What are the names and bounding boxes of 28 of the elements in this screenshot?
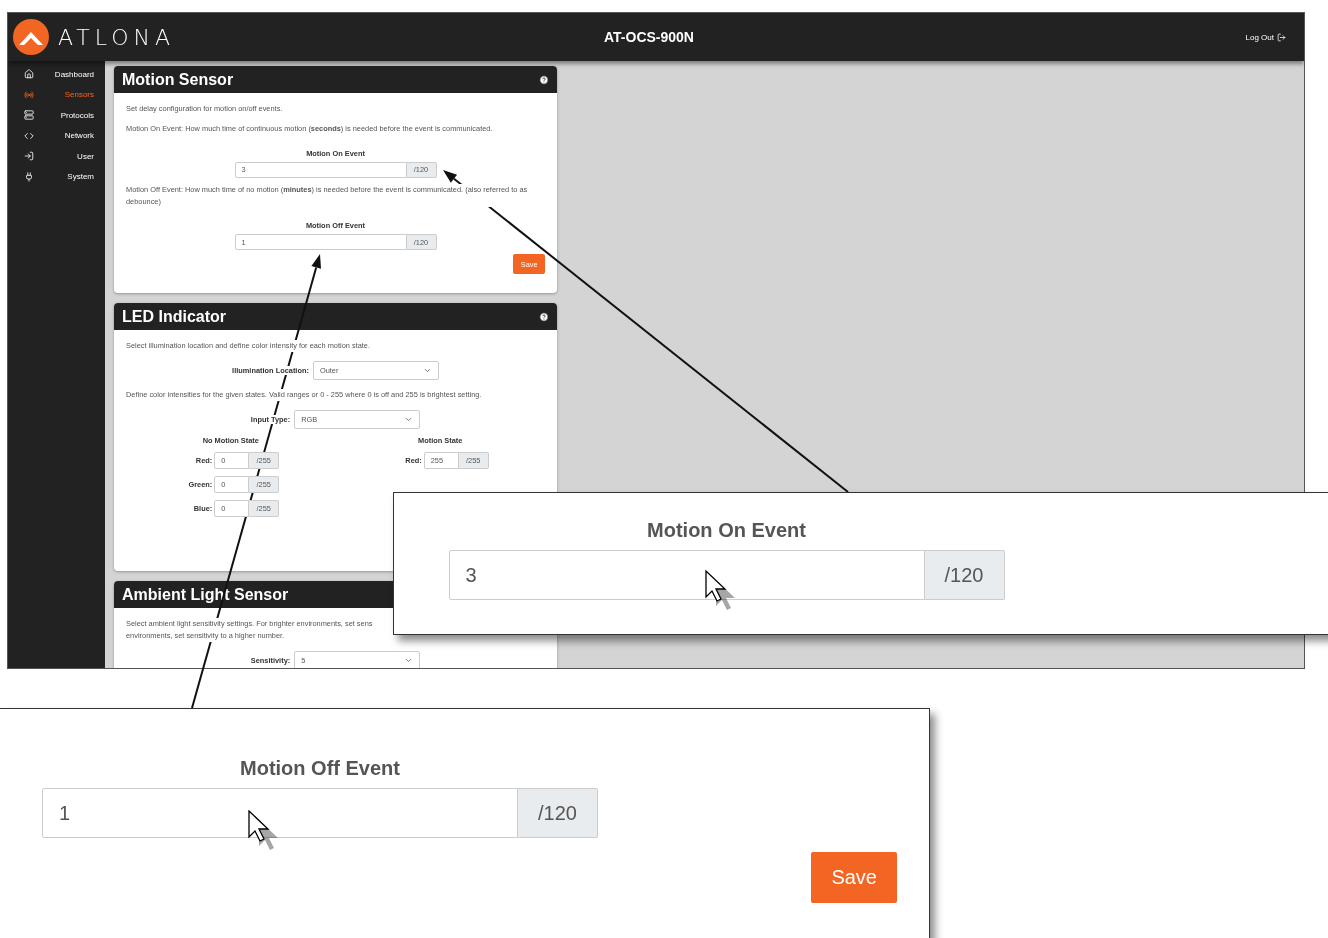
input-field[interactable]: 3 [448,550,925,600]
panel-title: Motion Sensor [122,70,234,89]
panel-title: LED Indicator [122,307,226,326]
logout-icon [1277,32,1286,42]
help-icon[interactable] [539,74,549,85]
server-icon [24,110,34,121]
unit-label: /120 [518,788,598,838]
sidebar-item[interactable]: Dashboard [8,64,105,85]
plug-icon [24,171,34,182]
code-brackets-icon [24,130,34,141]
sidebar-item[interactable]: Network [8,125,105,146]
logo-icon [12,18,50,56]
sidebar-item[interactable]: User [8,146,105,167]
help-icon[interactable] [539,311,549,322]
logout-link[interactable]: Log Out [1245,32,1286,42]
field-label: Motion Off Event [240,757,400,780]
panel-title: Ambient Light Sensor [122,585,289,604]
sidebar-item[interactable]: Sensors [8,84,105,105]
brand-wordmark: ATLONA [58,24,176,50]
sidebar-item[interactable]: Protocols [8,105,105,126]
field-label: Motion On Event [647,519,806,542]
input-field[interactable]: 1 [42,788,518,838]
unit-label: /120 [924,550,1005,600]
radio-waves-icon [24,89,34,100]
sign-in-icon [24,151,34,162]
device-title: AT-OCS-900N [604,29,694,45]
home-icon [24,69,34,80]
sidebar-item[interactable]: System [8,166,105,187]
